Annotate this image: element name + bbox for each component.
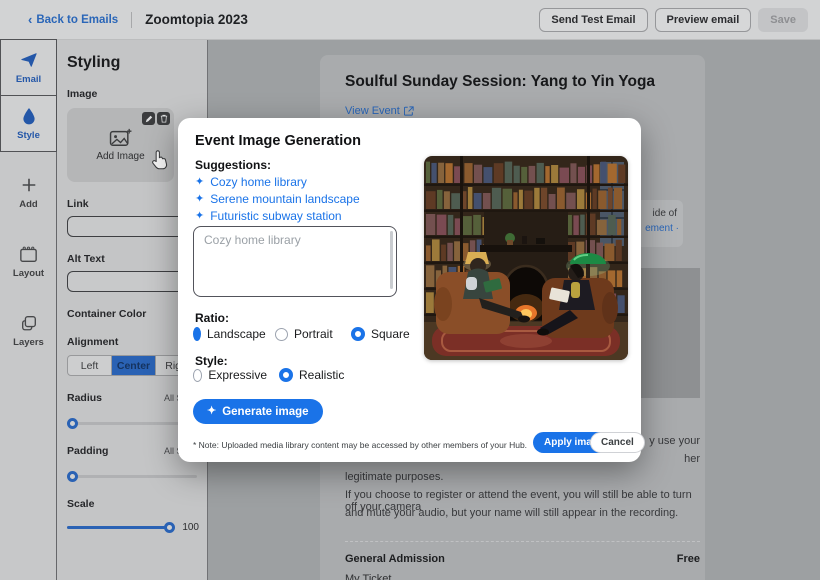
sparkle-icon: ✦ [195,177,204,188]
radius-slider-thumb[interactable] [67,418,78,429]
ratio-portrait-radio[interactable]: Portrait [275,327,335,341]
scale-slider-thumb[interactable] [164,522,175,533]
styling-panel-title: Styling [67,54,199,72]
padding-slider-thumb[interactable] [67,471,78,482]
radio-dot [275,328,288,341]
pencil-icon [145,115,153,123]
sidebar-item-layers[interactable]: Layers [0,302,57,359]
radio-label: Expressive [208,368,267,382]
ticket-price: Free [677,553,700,565]
radio-label: Square [371,327,410,341]
topbar-divider [131,12,132,28]
radio-label: Portrait [294,327,333,341]
layers-icon [19,313,39,333]
style-expressive-radio[interactable]: Expressive [193,368,267,382]
sidebar-item-add-label: Add [19,199,37,210]
ratio-landscape-radio[interactable]: Landscape [193,327,263,341]
topbar: ‹ Back to Emails Zoomtopia 2023 Send Tes… [0,0,820,40]
sidebar-item-layout-label: Layout [13,268,44,279]
callout-text-fragment: ide of [653,208,677,219]
suggestions-label: Suggestions: [195,158,271,172]
style-realistic-radio[interactable]: Realistic [279,368,344,382]
sidebar-item-layers-label: Layers [13,337,44,348]
sparkle-icon: ✦ [195,211,204,222]
suggestion-link[interactable]: ✦ Cozy home library [195,175,307,189]
radio-label: Landscape [207,327,266,341]
sidebar-item-add[interactable]: Add [0,164,57,221]
delete-image-button[interactable] [157,112,170,125]
scale-value: 100 [182,522,199,533]
suggestion-label: Cozy home library [210,175,307,189]
radio-dot [279,368,293,382]
sidebar-item-style[interactable]: Style [0,95,57,152]
sparkle-icon: ✦ [207,406,216,417]
padding-slider[interactable] [67,471,197,482]
event-image-generation-modal: Event Image Generation Suggestions: ✦ Co… [178,118,641,462]
hand-cursor-icon [149,148,170,171]
generate-image-button[interactable]: ✦ Generate image [193,399,323,424]
cancel-button[interactable]: Cancel [590,432,645,453]
image-thumb-actions [142,112,170,125]
save-button[interactable]: Save [758,8,808,32]
sidebar-item-style-label: Style [17,130,40,141]
align-center-segment[interactable]: Center [112,356,156,375]
edit-image-button[interactable] [142,112,155,125]
ratio-label: Ratio: [195,311,229,325]
callout-link-fragment[interactable]: ement · [645,223,679,234]
sidebar-item-email-label: Email [16,74,41,85]
add-image-label: Add Image [96,151,144,162]
plus-icon [19,175,39,195]
scale-slider[interactable] [67,522,174,533]
generated-image-preview [424,156,628,360]
suggestion-label: Serene mountain landscape [210,192,359,206]
send-email-icon [19,50,39,70]
prompt-textarea[interactable] [193,226,397,297]
align-left-segment[interactable]: Left [68,356,112,375]
ticket-divider [345,541,700,542]
suggestion-link[interactable]: ✦ Serene mountain landscape [195,192,360,206]
event-title: Soulful Sunday Session: Yang to Yin Yoga [345,73,655,91]
add-image-dropzone[interactable]: Add Image [67,108,174,182]
topbar-actions: Send Test Email Preview email Save [539,8,808,32]
scale-label: Scale [67,498,94,510]
radius-label: Radius [67,392,102,404]
view-event-label: View Event [345,105,400,117]
view-event-link[interactable]: View Event [345,105,414,117]
sparkle-icon: ✦ [195,194,204,205]
paragraph-fragment: and mute your audio, but your name will … [345,507,700,519]
media-library-note: * Note: Uploaded media library content m… [193,440,527,450]
radio-dot [193,369,202,382]
add-image-icon [109,128,133,148]
radio-dot [351,327,365,341]
send-test-email-button[interactable]: Send Test Email [539,8,647,32]
paragraph-fragment: legitimate purposes. [345,471,700,483]
suggestion-link[interactable]: ✦ Futuristic subway station [195,209,342,223]
textarea-scrollbar[interactable] [390,231,393,289]
modal-title: Event Image Generation [195,133,361,149]
sidebar-item-email[interactable]: Email [0,39,57,96]
page-title: Zoomtopia 2023 [145,12,248,27]
back-to-emails-label: Back to Emails [36,14,118,26]
cozy-library-illustration [424,156,628,360]
ticket-sub-label: My Ticket [345,573,391,580]
email-editor-page: ‹ Back to Emails Zoomtopia 2023 Send Tes… [0,0,820,580]
padding-label: Padding [67,445,108,457]
layout-icon [19,244,39,264]
suggestion-label: Futuristic subway station [210,209,341,223]
style-droplet-icon [19,106,39,126]
ticket-name: General Admission [345,553,445,565]
image-label: Image [67,88,199,100]
radio-label: Realistic [299,368,344,382]
radio-dot [193,327,201,341]
preview-email-button[interactable]: Preview email [655,8,752,32]
ratio-square-radio[interactable]: Square [351,327,410,341]
back-to-emails-link[interactable]: ‹ Back to Emails [28,13,118,26]
generate-image-label: Generate image [222,406,308,418]
editor-sidebar: Email Style Add Layout Layers [0,40,57,580]
chevron-left-icon: ‹ [28,13,32,26]
style-label: Style: [195,354,228,368]
sidebar-item-layout[interactable]: Layout [0,233,57,290]
trash-icon [160,114,168,123]
external-link-icon [404,106,414,116]
